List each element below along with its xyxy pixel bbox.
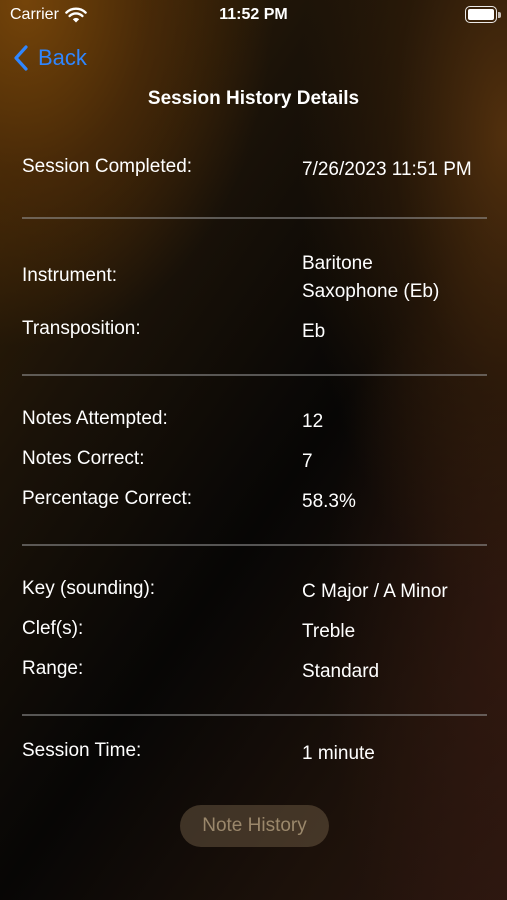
key-value: C Major / A Minor <box>302 581 448 602</box>
session-time-value: 1 minute <box>302 743 375 764</box>
clefs-label: Clef(s): <box>22 618 84 639</box>
divider <box>22 544 487 546</box>
percentage-correct-value: 58.3% <box>302 491 356 512</box>
instrument-value: Baritone Saxophone (Eb) <box>302 250 492 306</box>
status-time: 11:52 PM <box>219 6 288 23</box>
divider <box>22 217 487 219</box>
divider <box>22 714 487 716</box>
transposition-value: Eb <box>302 321 326 342</box>
notes-attempted-label: Notes Attempted: <box>22 408 168 429</box>
notes-correct-value: 7 <box>302 451 313 472</box>
note-history-button[interactable]: Note History <box>180 805 329 847</box>
battery-icon <box>465 6 501 23</box>
instrument-label: Instrument: <box>22 265 118 286</box>
back-button[interactable]: Back <box>12 42 87 74</box>
instrument-value-line2: Saxophone (Eb) <box>302 281 440 302</box>
range-label: Range: <box>22 658 84 679</box>
session-time-label: Session Time: <box>22 740 142 761</box>
divider <box>22 374 487 376</box>
instrument-value-line1: Baritone <box>302 253 373 274</box>
transposition-label: Transposition: <box>22 318 141 339</box>
status-bar: Carrier 11:52 PM <box>0 0 507 30</box>
page-title: Session History Details <box>147 88 360 109</box>
session-completed-label: Session Completed: <box>22 156 193 177</box>
range-value: Standard <box>302 661 380 682</box>
percentage-correct-label: Percentage Correct: <box>22 488 193 509</box>
key-label: Key (sounding): <box>22 578 156 599</box>
notes-correct-label: Notes Correct: <box>22 448 145 469</box>
notes-attempted-value: 12 <box>302 411 324 432</box>
chevron-left-icon <box>14 45 28 71</box>
clefs-value: Treble <box>302 621 356 642</box>
back-label: Back <box>38 45 87 70</box>
session-completed-value: 7/26/2023 11:51 PM <box>302 159 472 180</box>
